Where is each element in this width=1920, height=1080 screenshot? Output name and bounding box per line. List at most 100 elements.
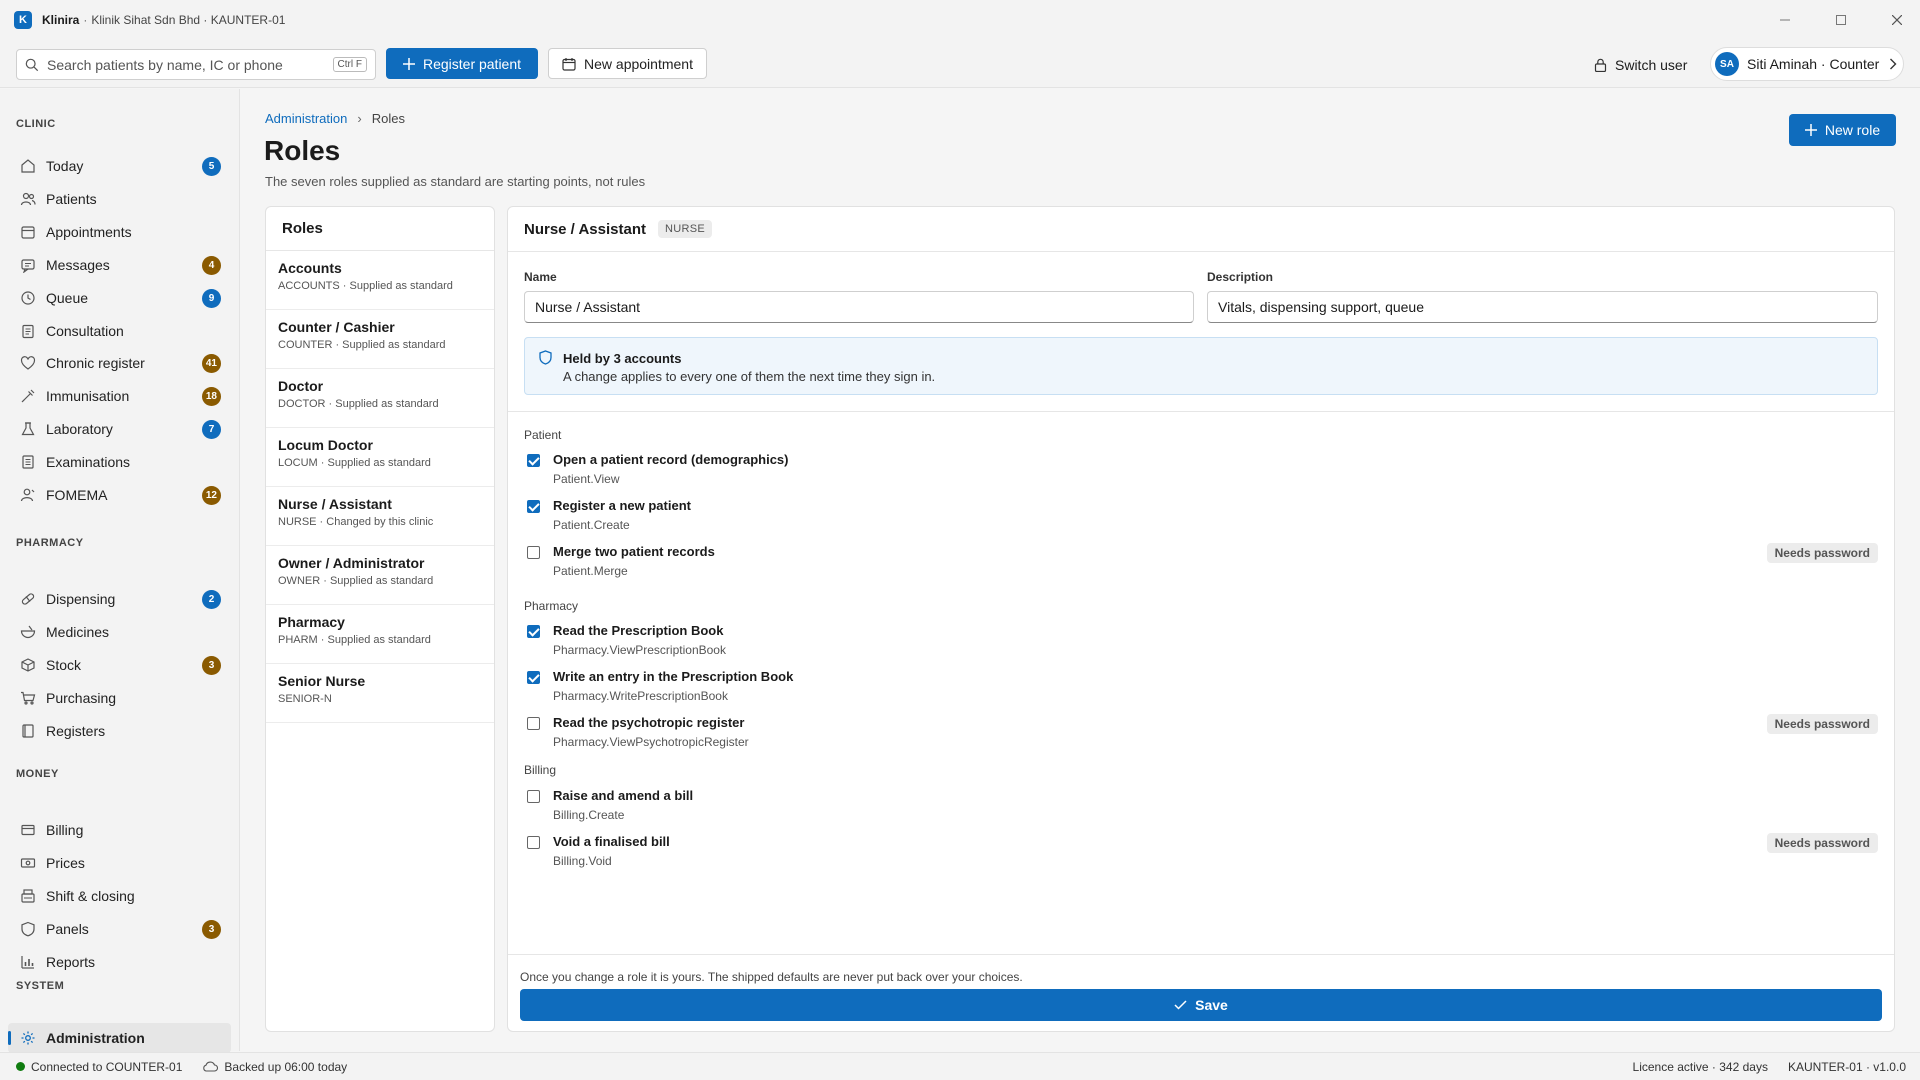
sidebar-item-label: Reports: [46, 954, 96, 970]
name-field[interactable]: [524, 291, 1194, 323]
minimize-button[interactable]: [1762, 0, 1808, 40]
sidebar-item-label: Today: [46, 158, 84, 174]
role-list-item[interactable]: Locum Doctor LOCUM · Supplied as standar…: [266, 428, 494, 487]
switch-user-label: Switch user: [1615, 56, 1688, 73]
version-text: KAUNTER-01 · v1.0.0: [1787, 1059, 1906, 1074]
save-footnote: Once you change a role it is yours. The …: [520, 970, 1023, 984]
new-appointment-label: New appointment: [584, 55, 693, 72]
role-list-item[interactable]: Counter / Cashier COUNTER · Supplied as …: [266, 310, 494, 369]
app-name: Klinira: [42, 13, 80, 27]
sidebar-item-panels[interactable]: Panels 3: [8, 914, 231, 944]
roles-list-header: Roles: [266, 207, 494, 251]
sidebar-item-prices[interactable]: Prices: [8, 848, 231, 878]
sidebar-item-label: Patients: [46, 191, 97, 207]
permission-checkbox[interactable]: [527, 500, 540, 513]
search-input[interactable]: [47, 56, 333, 73]
role-list-item[interactable]: Nurse / Assistant NURSE · Changed by thi…: [266, 487, 494, 546]
sidebar-item-patients[interactable]: Patients: [8, 184, 231, 214]
sidebar-item-billing[interactable]: Billing: [8, 815, 231, 845]
heart-icon: [20, 355, 36, 371]
switch-user-button[interactable]: Switch user: [1594, 49, 1687, 80]
sidebar-item-medicines[interactable]: Medicines: [8, 617, 231, 647]
sidebar-item-queue[interactable]: Queue 9: [8, 283, 231, 313]
register-patient-button[interactable]: Register patient: [386, 48, 538, 79]
permission-code: Patient.Merge: [553, 564, 628, 578]
document-icon: [20, 454, 36, 470]
description-field[interactable]: [1207, 291, 1878, 323]
role-list-item[interactable]: Accounts ACCOUNTS · Supplied as standard: [266, 251, 494, 310]
close-window-button[interactable]: [1874, 0, 1920, 40]
sidebar-item-registers[interactable]: Registers: [8, 716, 231, 746]
breadcrumb-administration[interactable]: Administration: [265, 111, 347, 126]
sidebar-item-reports[interactable]: Reports: [8, 947, 231, 977]
user-menu[interactable]: SA Siti Aminah · Counter: [1710, 47, 1904, 81]
sidebar-item-today[interactable]: Today 5: [8, 151, 231, 181]
permission-code: Pharmacy.WritePrescriptionBook: [553, 689, 728, 703]
count-badge: 5: [202, 156, 221, 176]
gear-icon: [20, 1030, 36, 1046]
sidebar-item-purchasing[interactable]: Purchasing: [8, 683, 231, 713]
role-name: Locum Doctor: [278, 437, 373, 453]
permission-checkbox[interactable]: [527, 625, 540, 638]
permission-title: Write an entry in the Prescription Book: [553, 669, 794, 684]
permission-checkbox[interactable]: [527, 836, 540, 849]
backup-text: Backed up 06:00 today: [224, 1059, 348, 1074]
connection-status: Connected to COUNTER-01: [16, 1060, 182, 1074]
permission-checkbox[interactable]: [527, 717, 540, 730]
role-meta: LOCUM · Supplied as standard: [278, 457, 431, 469]
role-meta: ACCOUNTS · Supplied as standard: [278, 280, 453, 292]
nav-section-system: SYSTEM: [16, 980, 65, 992]
role-list-item[interactable]: Senior Nurse SENIOR-N: [266, 664, 494, 723]
permission-checkbox[interactable]: [527, 454, 540, 467]
role-list-item[interactable]: Owner / Administrator OWNER · Supplied a…: [266, 546, 494, 605]
title-separator: ·: [83, 13, 88, 27]
role-list-item[interactable]: Pharmacy PHARM · Supplied as standard: [266, 605, 494, 664]
save-label: Save: [1195, 997, 1228, 1013]
app-logo: K: [14, 11, 32, 29]
sidebar-item-messages[interactable]: Messages 4: [8, 250, 231, 280]
chevron-right-icon: [1890, 58, 1897, 70]
count-badge: 41: [201, 353, 221, 373]
sidebar-item-immunisation[interactable]: Immunisation 18: [8, 381, 231, 411]
role-meta: SENIOR-N: [278, 693, 332, 705]
permission-title: Read the psychotropic register: [553, 715, 745, 730]
sidebar-item-label: Dispensing: [46, 591, 116, 607]
sidebar-item-laboratory[interactable]: Laboratory 7: [8, 414, 231, 444]
permission-checkbox[interactable]: [527, 671, 540, 684]
title-bar: K Klinira · Klinik Sihat Sdn Bhd · KAUNT…: [0, 0, 1920, 40]
new-role-button[interactable]: New role: [1789, 114, 1896, 146]
role-detail-header: Nurse / Assistant NURSE: [508, 207, 1894, 252]
shield-icon: [20, 921, 36, 937]
permission-code: Patient.View: [553, 472, 620, 486]
sidebar-item-fomema[interactable]: FOMEMA 12: [8, 480, 231, 510]
sidebar-item-dispensing[interactable]: Dispensing 2: [8, 584, 231, 614]
shield-icon: [539, 350, 552, 365]
permission-group-patient: Patient: [524, 428, 562, 442]
new-appointment-button[interactable]: New appointment: [548, 48, 707, 79]
role-name: Counter / Cashier: [278, 319, 395, 335]
role-name: Nurse / Assistant: [278, 496, 392, 512]
licence-status: Licence active · 342 days: [1632, 1059, 1768, 1074]
role-list-item[interactable]: Doctor DOCTOR · Supplied as standard: [266, 369, 494, 428]
permission-checkbox[interactable]: [527, 546, 540, 559]
person-icon: [20, 487, 36, 503]
calendar-icon: [20, 224, 36, 240]
nav-section-clinic: CLINIC: [16, 118, 56, 130]
sidebar-item-shift-closing[interactable]: Shift & closing: [8, 881, 231, 911]
sidebar-item-examinations[interactable]: Examinations: [8, 447, 231, 477]
register-icon: [20, 888, 36, 904]
sidebar-item-stock[interactable]: Stock 3: [8, 650, 231, 680]
status-bar: Connected to COUNTER-01 Backed up 06:00 …: [0, 1052, 1920, 1080]
maximize-button[interactable]: [1818, 0, 1864, 40]
sidebar-item-administration[interactable]: Administration: [8, 1023, 231, 1053]
save-button[interactable]: Save: [520, 989, 1882, 1021]
maximize-icon: [1836, 15, 1846, 25]
role-name: Owner / Administrator: [278, 555, 425, 571]
sidebar-item-appointments[interactable]: Appointments: [8, 217, 231, 247]
search-shortcut: Ctrl F: [332, 57, 367, 72]
sidebar-item-chronic-register[interactable]: Chronic register 41: [8, 348, 231, 378]
permission-checkbox[interactable]: [527, 790, 540, 803]
patient-search[interactable]: Ctrl F: [16, 49, 376, 80]
sidebar-item-consultation[interactable]: Consultation: [8, 316, 231, 346]
role-detail-panel: Nurse / Assistant NURSE Name Description…: [507, 206, 1895, 1032]
